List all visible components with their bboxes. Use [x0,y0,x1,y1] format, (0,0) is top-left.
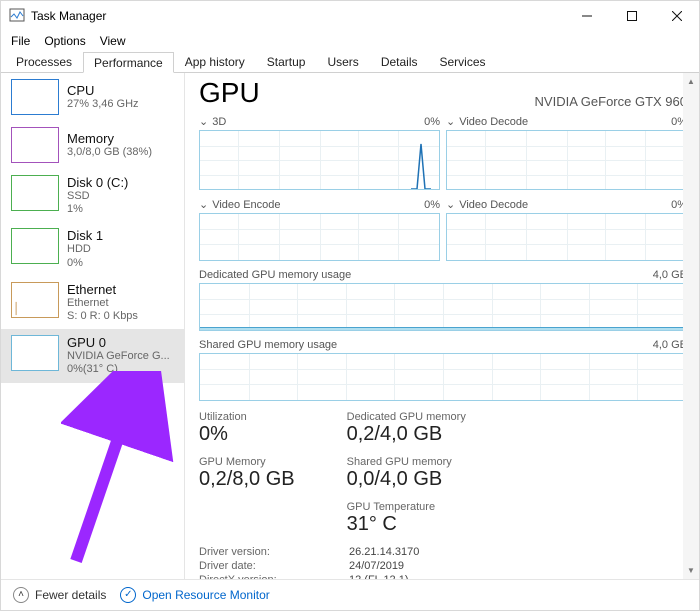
titlebar[interactable]: Task Manager [1,1,699,31]
chart-dedicated-mem [199,283,687,331]
chevron-down-icon[interactable]: ⌄ [199,198,208,211]
sidebar-item-disk0[interactable]: Disk 0 (C:) SSD 1% [1,169,184,222]
side-gpu-title: GPU 0 [67,335,170,350]
gpu-thumb-icon [11,335,59,371]
menu-view[interactable]: View [100,34,126,48]
gputemp-label: GPU Temperature [347,501,466,513]
ethernet-thumb-icon [11,282,59,318]
disk0-thumb-icon [11,175,59,211]
chevron-down-icon[interactable]: ⌄ [446,198,455,211]
close-button[interactable] [654,1,699,31]
window-title: Task Manager [31,9,106,23]
maximize-button[interactable] [609,1,654,31]
shared-mem-label: Shared GPU memory usage [199,339,337,351]
perf-sidebar: CPU 27% 3,46 GHz Memory 3,0/8,0 GB (38%)… [1,73,185,579]
chart-ve-right: 0% [424,199,440,211]
side-d0-sub2: 1% [67,203,128,216]
cpu-thumb-icon [11,79,59,115]
chart-vd1-label: Video Decode [459,116,528,128]
drvdate-k: Driver date: [199,560,349,572]
util-label: Utilization [199,411,295,423]
side-eth-title: Ethernet [67,282,138,297]
side-cpu-sub: 27% 3,46 GHz [67,98,139,111]
chart-ve-label: Video Encode [212,199,280,211]
side-d1-sub2: 0% [67,257,103,270]
drvdate-v: 24/07/2019 [349,560,404,572]
tab-strip: Processes Performance App history Startu… [1,51,699,73]
side-gpu-sub2: 0%(31° C) [67,363,170,376]
dxver-v: 12 (FL 12.1) [349,574,409,579]
menu-file[interactable]: File [11,34,30,48]
minimize-button[interactable] [564,1,609,31]
chart-3d [199,130,440,190]
page-title: GPU [199,77,260,109]
scroll-up-icon[interactable]: ▲ [687,73,695,90]
side-mem-title: Memory [67,131,152,146]
gpu-device-name: NVIDIA GeForce GTX 960 [535,94,687,109]
sidebar-item-gpu0[interactable]: GPU 0 NVIDIA GeForce G... 0%(31° C) [1,329,184,382]
chevron-down-icon[interactable]: ⌄ [199,115,208,128]
shared-mem-right: 4,0 GB [653,339,687,351]
tab-details[interactable]: Details [370,51,429,72]
chart-video-decode-2 [446,213,687,261]
side-cpu-title: CPU [67,83,139,98]
tab-startup[interactable]: Startup [256,51,317,72]
side-gpu-sub1: NVIDIA GeForce G... [67,350,170,363]
sidebar-item-disk1[interactable]: Disk 1 HDD 0% [1,222,184,275]
monitor-icon: ✓ [120,587,136,603]
side-d0-title: Disk 0 (C:) [67,175,128,190]
tab-users[interactable]: Users [316,51,369,72]
bottom-bar: ˄ Fewer details ✓ Open Resource Monitor [1,579,699,609]
util-value: 0% [199,423,295,446]
dedmem-value: 0,2/4,0 GB [347,423,466,446]
drvver-k: Driver version: [199,546,349,558]
side-eth-sub1: Ethernet [67,297,138,310]
tab-apphistory[interactable]: App history [174,51,256,72]
shmem-value: 0,0/4,0 GB [347,468,466,491]
sidebar-item-memory[interactable]: Memory 3,0/8,0 GB (38%) [1,121,184,169]
chevron-up-circle-icon: ˄ [13,587,29,603]
dedicated-mem-label: Dedicated GPU memory usage [199,269,351,281]
sidebar-item-cpu[interactable]: CPU 27% 3,46 GHz [1,73,184,121]
sidebar-item-ethernet[interactable]: Ethernet Ethernet S: 0 R: 0 Kbps [1,276,184,329]
tab-performance[interactable]: Performance [83,52,174,73]
dedmem-label: Dedicated GPU memory [347,411,466,423]
chart-video-decode-1 [446,130,687,190]
chart-shared-mem [199,353,687,401]
app-icon [9,8,25,24]
side-d1-sub1: HDD [67,243,103,256]
chevron-down-icon[interactable]: ⌄ [446,115,455,128]
dxver-k: DirectX version: [199,574,349,579]
side-mem-sub: 3,0/8,0 GB (38%) [67,146,152,159]
gpumem-label: GPU Memory [199,456,295,468]
chart-3d-right: 0% [424,116,440,128]
menu-options[interactable]: Options [44,34,85,48]
side-d1-title: Disk 1 [67,228,103,243]
drvver-v: 26.21.14.3170 [349,546,419,558]
memory-thumb-icon [11,127,59,163]
chart-video-encode [199,213,440,261]
open-resource-monitor-link[interactable]: ✓ Open Resource Monitor [120,587,269,603]
disk1-thumb-icon [11,228,59,264]
menu-bar: File Options View [1,31,699,51]
gpumem-value: 0,2/8,0 GB [199,468,295,491]
scroll-down-icon[interactable]: ▼ [687,562,695,579]
chart-vd2-label: Video Decode [459,199,528,211]
chart-3d-label: 3D [212,116,226,128]
dedicated-mem-right: 4,0 GB [653,269,687,281]
tab-services[interactable]: Services [429,51,497,72]
side-eth-sub2: S: 0 R: 0 Kbps [67,310,138,323]
gputemp-value: 31° C [347,513,466,536]
side-d0-sub1: SSD [67,190,128,203]
vertical-scrollbar[interactable]: ▲ ▼ [683,73,699,579]
perf-main: GPU NVIDIA GeForce GTX 960 ⌄ 3D 0% ⌄ [185,73,699,579]
tab-processes[interactable]: Processes [5,51,83,72]
fewer-details-button[interactable]: ˄ Fewer details [13,587,106,603]
shmem-label: Shared GPU memory [347,456,466,468]
